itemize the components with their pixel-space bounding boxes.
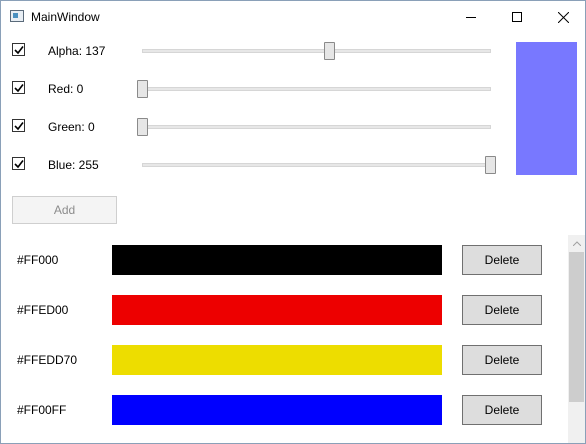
delete-button[interactable]: Delete	[462, 395, 542, 425]
color-swatch	[112, 345, 442, 375]
title-bar[interactable]: MainWindow	[1, 1, 585, 33]
green-slider-thumb[interactable]	[137, 118, 148, 136]
alpha-checkbox[interactable]	[12, 43, 25, 56]
color-preview	[516, 42, 577, 175]
green-slider-track[interactable]	[142, 125, 491, 129]
minimize-button[interactable]	[448, 1, 494, 33]
close-button[interactable]	[540, 1, 585, 33]
delete-button[interactable]: Delete	[462, 295, 542, 325]
color-hex-label: #FFED00	[17, 303, 69, 317]
alpha-slider-thumb[interactable]	[323, 42, 335, 60]
maximize-button[interactable]	[494, 1, 540, 33]
color-swatch	[112, 395, 442, 425]
maximize-icon	[512, 12, 522, 22]
app-window-icon	[10, 10, 24, 22]
red-checkbox[interactable]	[12, 81, 25, 94]
checkmark-icon	[14, 160, 24, 169]
list-item: #FF00FF Delete	[1, 395, 567, 425]
red-slider-track[interactable]	[142, 87, 491, 91]
color-swatch	[112, 245, 442, 275]
list-item: #FFEDD70 Delete	[1, 345, 567, 375]
main-window: MainWindow Alpha: 137 Red: 0 Green: 0 Blue:…	[0, 0, 586, 444]
alpha-label: Alpha: 137	[48, 44, 106, 58]
alpha-slider-track[interactable]	[142, 49, 491, 53]
window-title: MainWindow	[31, 10, 100, 24]
color-hex-label: #FFEDD70	[17, 353, 78, 367]
add-button[interactable]: Add	[12, 196, 117, 224]
blue-label: Blue: 255	[48, 158, 99, 172]
red-label: Red: 0	[48, 82, 84, 96]
blue-slider-thumb[interactable]	[485, 156, 496, 174]
list-item: #FF000 Delete	[1, 245, 567, 275]
checkmark-icon	[14, 84, 24, 93]
blue-checkbox[interactable]	[12, 157, 25, 170]
scroll-up-button[interactable]	[568, 235, 585, 252]
minimize-icon	[466, 17, 476, 18]
chevron-up-icon	[572, 241, 581, 246]
green-checkbox[interactable]	[12, 119, 25, 132]
scroll-thumb[interactable]	[569, 252, 584, 402]
delete-button[interactable]: Delete	[462, 345, 542, 375]
vertical-scrollbar[interactable]	[568, 235, 585, 443]
red-slider-thumb[interactable]	[137, 80, 148, 98]
checkmark-icon	[14, 122, 24, 131]
list-item: #FFED00 Delete	[1, 295, 567, 325]
color-hex-label: #FF00FF	[17, 403, 67, 417]
color-hex-label: #FF000	[17, 253, 59, 267]
blue-slider-track[interactable]	[142, 163, 491, 167]
green-label: Green: 0	[48, 120, 95, 134]
checkmark-icon	[14, 46, 24, 55]
color-list: #FF000 Delete #FFED00 Delete #FFEDD70 Delete #…	[1, 235, 567, 443]
color-swatch	[112, 295, 442, 325]
close-icon	[557, 11, 569, 23]
delete-button[interactable]: Delete	[462, 245, 542, 275]
